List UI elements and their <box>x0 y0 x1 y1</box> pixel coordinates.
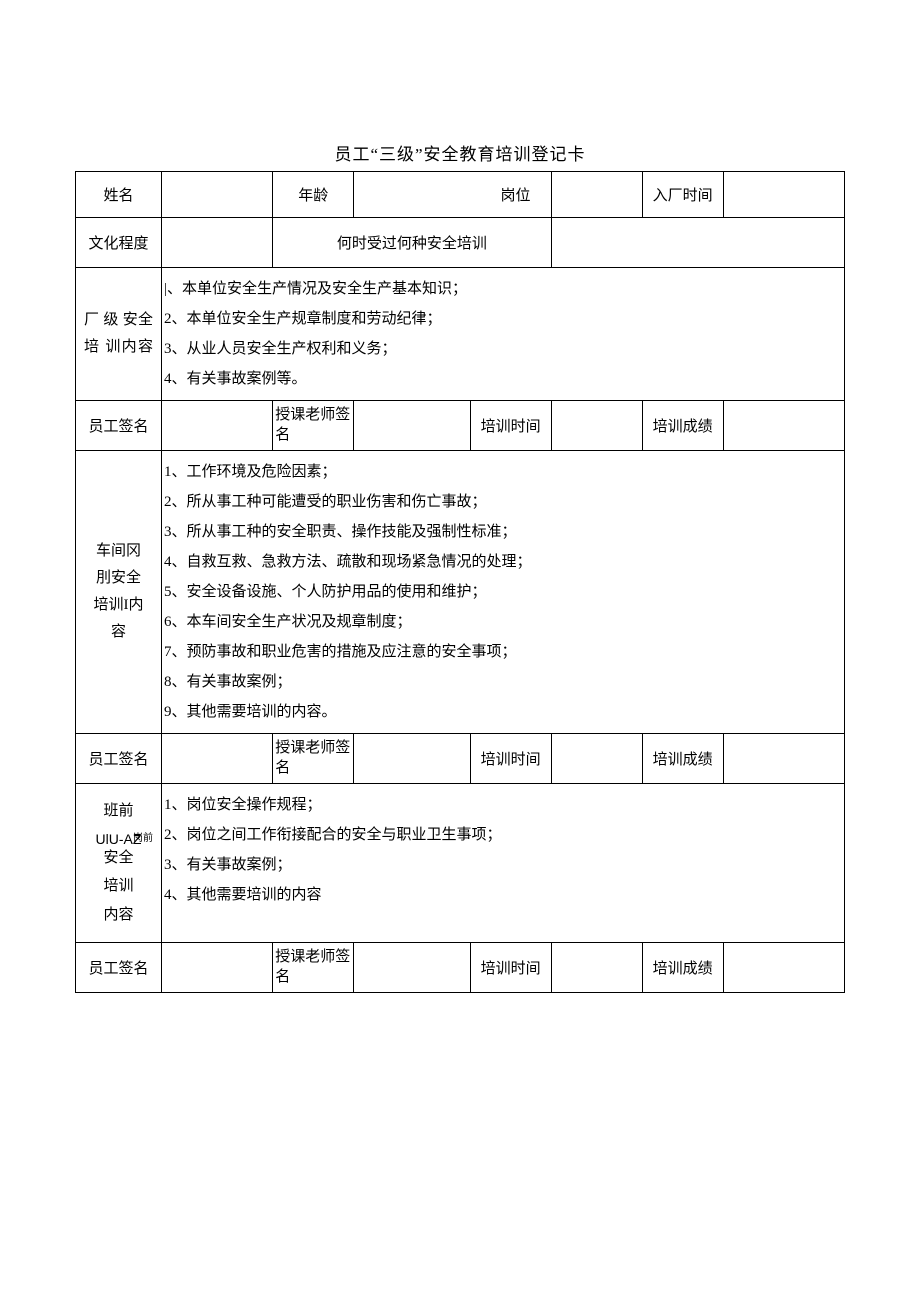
field-name[interactable] <box>162 172 273 218</box>
field-emp-sign-2[interactable] <box>162 734 273 784</box>
field-position[interactable] <box>551 172 642 218</box>
field-teacher-sign-1[interactable] <box>354 401 470 451</box>
field-prior-training[interactable] <box>551 218 844 268</box>
field-train-score-1[interactable] <box>723 401 844 451</box>
registration-table: 姓名 年龄 岗位 入厂时间 文化程度 何时受过何种安全培训 厂 级 安全 培 训… <box>75 171 845 993</box>
label-teacher-sign-1: 授课老师签名 <box>273 401 354 451</box>
label-train-score-2: 培训成绩 <box>642 734 723 784</box>
label-teacher-sign-3: 授课老师签名 <box>273 943 354 993</box>
label-preshift-level: 班前 UlU-AZ 岗前 安全 培训 内容 <box>76 784 162 943</box>
workshop-content: 1、工作环境及危险因素； 2、所从事工种可能遭受的职业伤害和伤亡事故； 3、所从… <box>162 451 845 734</box>
field-teacher-sign-3[interactable] <box>354 943 470 993</box>
label-emp-sign-1: 员工签名 <box>76 401 162 451</box>
preshift-l5: 内容 <box>78 901 159 930</box>
field-emp-sign-1[interactable] <box>162 401 273 451</box>
label-train-score-1: 培训成绩 <box>642 401 723 451</box>
field-train-score-3[interactable] <box>723 943 844 993</box>
label-entry-time: 入厂时间 <box>642 172 723 218</box>
factory-content: |、本单位安全生产情况及安全生产基本知识； 2、本单位安全生产规章制度和劳动纪律… <box>162 268 845 401</box>
field-education[interactable] <box>162 218 273 268</box>
field-emp-sign-3[interactable] <box>162 943 273 993</box>
field-train-time-2[interactable] <box>551 734 642 784</box>
label-workshop-level: 车间冈刖安全培训I内容 <box>76 451 162 734</box>
label-education: 文化程度 <box>76 218 162 268</box>
field-teacher-sign-2[interactable] <box>354 734 470 784</box>
label-factory-level: 厂 级 安全 培 训内容 <box>76 268 162 401</box>
document-title: 员工“三级”安全教育培训登记卡 <box>75 140 845 165</box>
label-train-score-3: 培训成绩 <box>642 943 723 993</box>
label-name: 姓名 <box>76 172 162 218</box>
preshift-l2b: 岗前 <box>133 834 153 844</box>
label-emp-sign-3: 员工签名 <box>76 943 162 993</box>
label-position-inline: 岗位 <box>501 188 531 204</box>
label-prior-training: 何时受过何种安全培训 <box>273 218 551 268</box>
label-teacher-sign-2: 授课老师签名 <box>273 734 354 784</box>
preshift-l1: 班前 <box>78 797 159 826</box>
preshift-l4: 培训 <box>78 872 159 901</box>
label-train-time-1: 培训时间 <box>470 401 551 451</box>
label-age: 年龄 <box>273 172 354 218</box>
preshift-content: 1、岗位安全操作规程； 2、岗位之间工作衔接配合的安全与职业卫生事项； 3、有关… <box>162 784 845 943</box>
label-emp-sign-2: 员工签名 <box>76 734 162 784</box>
field-train-score-2[interactable] <box>723 734 844 784</box>
label-train-time-3: 培训时间 <box>470 943 551 993</box>
preshift-l3: 安全 <box>78 844 159 873</box>
field-train-time-3[interactable] <box>551 943 642 993</box>
field-entry-time[interactable] <box>723 172 844 218</box>
field-train-time-1[interactable] <box>551 401 642 451</box>
label-train-time-2: 培训时间 <box>470 734 551 784</box>
